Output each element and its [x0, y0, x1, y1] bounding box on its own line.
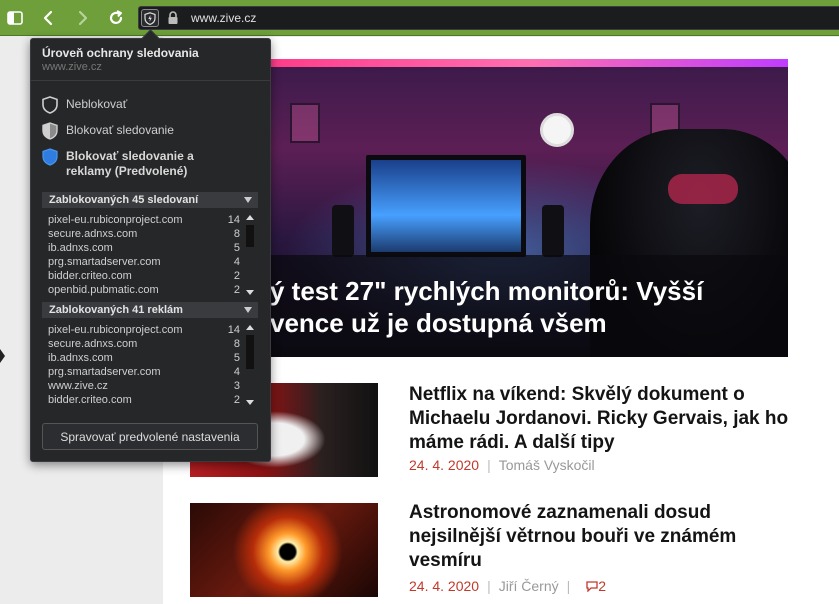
tracking-protection-shield-icon[interactable]: [141, 9, 159, 27]
browser-toolbar: www.zive.cz: [0, 0, 839, 36]
ad-count: 5: [233, 352, 240, 364]
ad-domain: pixel-eu.rubiconproject.com: [48, 324, 183, 336]
scroll-up-icon[interactable]: [246, 215, 254, 220]
option-block-tracking[interactable]: Blokovať sledovanie: [42, 122, 174, 140]
section-label: Zablokovaných 41 reklám: [49, 304, 183, 316]
list-item: secure.adnxs.com 8: [42, 337, 258, 351]
list-item: bidder.criteo.com 2: [42, 269, 258, 283]
tracker-count: 4: [233, 256, 240, 268]
ad-count: 4: [233, 366, 240, 378]
forward-icon[interactable]: [72, 7, 94, 29]
blocked-trackers-list: pixel-eu.rubiconproject.com 14 secure.adn…: [42, 213, 258, 297]
tracker-domain: openbid.pubmatic.com: [48, 284, 159, 296]
article-author[interactable]: Tomáš Vyskočil: [499, 457, 595, 473]
article-title[interactable]: Astronomové zaznamenali dosud nejsilnějš…: [409, 501, 804, 573]
reload-icon[interactable]: [105, 7, 127, 29]
tracker-domain: prg.smartadserver.com: [48, 256, 161, 268]
hero-image-monitor: [366, 155, 526, 257]
tracker-count: 8: [233, 228, 240, 240]
article-date: 24. 4. 2020: [409, 457, 480, 473]
divider: [31, 80, 270, 81]
tracker-domain: pixel-eu.rubiconproject.com: [48, 214, 183, 226]
list-item: bidder.criteo.com 2: [42, 393, 258, 407]
hero-image-chair-detail: [668, 174, 738, 204]
list-item: ib.adnxs.com 5: [42, 241, 258, 255]
ad-count: 14: [227, 324, 240, 336]
option-block-tracking-and-ads[interactable]: Blokovať sledovanie a reklamy (Predvolen…: [42, 148, 202, 179]
chevron-down-icon: [244, 197, 252, 203]
hero-title-line[interactable]: vence už je dostupná všem: [270, 307, 788, 339]
list-item: openbid.pubmatic.com 2: [42, 283, 258, 297]
address-bar[interactable]: www.zive.cz: [138, 6, 839, 30]
back-icon[interactable]: [37, 7, 59, 29]
option-no-block[interactable]: Neblokovať: [42, 96, 128, 114]
list-item: prg.smartadserver.com 4: [42, 365, 258, 379]
hero-article[interactable]: ý test 27" rychlých monitorů: Vyšší venc…: [270, 59, 788, 357]
blocked-ads-header[interactable]: Zablokovaných 41 reklám: [42, 302, 258, 318]
popup-site: www.zive.cz: [42, 61, 102, 73]
list-item: pixel-eu.rubiconproject.com 14: [42, 213, 258, 227]
list-item: www.zive.cz 3: [42, 379, 258, 393]
scrollbar-thumb[interactable]: [246, 225, 254, 247]
tracker-count: 2: [233, 270, 240, 282]
ad-count: 3: [233, 380, 240, 392]
option-label: Blokovať sledovanie: [66, 123, 174, 137]
ad-domain: www.zive.cz: [48, 380, 108, 392]
page-edge-handle-icon: [0, 349, 5, 363]
scrollbar-thumb[interactable]: [246, 335, 254, 369]
ad-count: 2: [233, 394, 240, 406]
tracker-count: 2: [233, 284, 240, 296]
chevron-down-icon: [244, 307, 252, 313]
scroll-down-icon[interactable]: [246, 290, 254, 295]
article-meta: 24. 4. 2020 | Tomáš Vyskočil: [409, 457, 595, 473]
scrollbar[interactable]: [244, 213, 256, 297]
hero-image-speaker: [332, 205, 354, 257]
section-label: Zablokovaných 45 sledovaní: [49, 194, 199, 206]
url-text[interactable]: www.zive.cz: [191, 11, 256, 25]
tracking-protection-popup: Úroveň ochrany sledovania www.zive.cz Ne…: [30, 38, 271, 462]
comments-link[interactable]: 2: [586, 578, 606, 594]
popup-title: Úroveň ochrany sledovania: [42, 46, 199, 60]
scroll-up-icon[interactable]: [246, 325, 254, 330]
scroll-down-icon[interactable]: [246, 400, 254, 405]
hero-caption[interactable]: ý test 27" rychlých monitorů: Vyšší venc…: [270, 255, 788, 357]
tracker-count: 14: [227, 214, 240, 226]
blocked-ads-list: pixel-eu.rubiconproject.com 14 secure.adn…: [42, 323, 258, 407]
article-meta: 24. 4. 2020 | Jiří Černý | 2: [409, 578, 607, 594]
article-author[interactable]: Jiří Černý: [499, 578, 559, 594]
scrollbar[interactable]: [244, 323, 256, 407]
hero-image-speaker: [542, 205, 564, 257]
list-item: ib.adnxs.com 5: [42, 351, 258, 365]
sidebar-icon[interactable]: [4, 7, 26, 29]
ad-count: 8: [233, 338, 240, 350]
hero-image-shelf: [290, 103, 320, 143]
ad-domain: secure.adnxs.com: [48, 338, 138, 350]
shield-outline-icon: [42, 96, 58, 114]
option-label: Blokovať sledovanie a reklamy (Predvolen…: [66, 149, 194, 178]
option-label: Neblokovať: [66, 97, 128, 111]
comment-count[interactable]: 2: [598, 578, 606, 594]
ad-domain: ib.adnxs.com: [48, 352, 113, 364]
tracker-domain: ib.adnxs.com: [48, 242, 113, 254]
lock-icon: [167, 11, 181, 25]
ad-domain: prg.smartadserver.com: [48, 366, 161, 378]
list-item: pixel-eu.rubiconproject.com 14: [42, 323, 258, 337]
ad-domain: bidder.criteo.com: [48, 394, 132, 406]
comment-icon: [586, 581, 598, 593]
shield-filled-icon: [42, 148, 58, 166]
tracker-domain: bidder.criteo.com: [48, 270, 132, 282]
hero-image: [270, 59, 788, 67]
article-thumbnail[interactable]: [190, 503, 378, 597]
manage-defaults-button[interactable]: Spravovať predvolené nastavenia: [42, 423, 258, 450]
list-item: prg.smartadserver.com 4: [42, 255, 258, 269]
hero-title-line[interactable]: ý test 27" rychlých monitorů: Vyšší: [270, 275, 788, 307]
list-item: secure.adnxs.com 8: [42, 227, 258, 241]
blocked-trackers-header[interactable]: Zablokovaných 45 sledovaní: [42, 192, 258, 208]
tracker-count: 5: [233, 242, 240, 254]
shield-half-icon: [42, 122, 58, 140]
article-date: 24. 4. 2020: [409, 578, 480, 594]
tracker-domain: secure.adnxs.com: [48, 228, 138, 240]
hero-image-clock: [540, 113, 574, 147]
article-title[interactable]: Netflix na víkend: Skvělý dokument o Mic…: [409, 383, 804, 455]
